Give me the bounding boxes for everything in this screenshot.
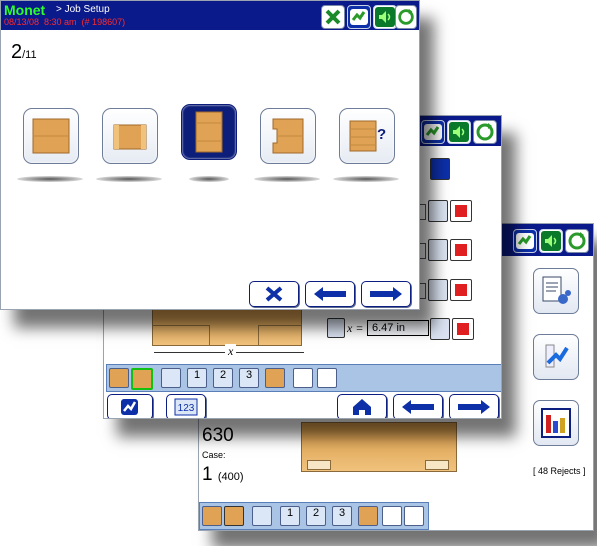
page-current: 2	[11, 41, 23, 63]
refresh-icon[interactable]	[473, 120, 497, 144]
box-option-tall[interactable]	[181, 104, 237, 160]
measure-carton-flap-left	[152, 325, 210, 346]
record-icon[interactable]	[450, 200, 472, 222]
sensor-icon[interactable]	[430, 158, 450, 180]
speaker-icon[interactable]	[447, 120, 471, 144]
dimension-label: x	[225, 344, 237, 359]
refresh-icon[interactable]	[395, 5, 417, 29]
step3-label: 3	[245, 369, 253, 381]
step2-label: 2	[312, 507, 320, 519]
case-sub: (400)	[217, 471, 244, 483]
case-label: Case:	[202, 450, 226, 460]
tile-shadow	[333, 176, 399, 182]
box-option-notched[interactable]	[260, 108, 316, 164]
product-icon[interactable]	[265, 368, 285, 388]
breadcrumb: > Job Setup	[56, 4, 110, 15]
unknown-mark: ?	[377, 126, 387, 143]
step3-label: 3	[338, 507, 346, 519]
box-set-icon[interactable]	[202, 506, 222, 526]
page-total: /11	[22, 49, 37, 61]
page-counter: 2/11	[11, 41, 37, 64]
sensor-icon[interactable]	[428, 279, 448, 301]
tile-shadow	[189, 176, 229, 182]
box-set-icon[interactable]	[109, 368, 129, 388]
app-brand: Monet	[4, 2, 46, 18]
counter-icon[interactable]	[317, 368, 337, 388]
count-value: 630	[202, 425, 234, 446]
speaker-icon[interactable]	[539, 229, 563, 253]
cancel-icon[interactable]	[321, 5, 345, 29]
box-icon[interactable]	[224, 506, 244, 526]
case-left-flap	[307, 460, 331, 470]
barcode-icon[interactable]	[382, 506, 402, 526]
bar-chart-button[interactable]	[533, 400, 579, 446]
back-button[interactable]	[305, 281, 355, 307]
step1-icon[interactable]: 1	[187, 368, 207, 388]
edit-icon[interactable]	[513, 229, 537, 253]
step2-icon[interactable]: 2	[306, 506, 326, 526]
step1-label: 1	[286, 507, 294, 519]
measure-carton-flap-right	[258, 325, 302, 346]
bottom-toolbar-2: 1 2 3	[106, 364, 501, 392]
multi-step-button[interactable]: 123	[166, 394, 206, 418]
measure-equals: x =	[347, 321, 364, 335]
sensor-icon[interactable]	[428, 239, 448, 261]
home-button[interactable]	[337, 394, 387, 418]
measure-sensor-icon[interactable]	[327, 318, 345, 338]
rack-icon[interactable]	[161, 368, 181, 388]
step1-label: 1	[193, 369, 201, 381]
measure-row-3	[414, 239, 474, 261]
rejects-label: [ 48 Rejects ]	[533, 466, 586, 476]
measure-value-field[interactable]: 6.47 in	[367, 320, 429, 336]
back-button[interactable]	[393, 394, 443, 418]
cancel-button[interactable]	[249, 281, 299, 307]
sensor-icon[interactable]	[428, 200, 448, 222]
rack-icon[interactable]	[252, 506, 272, 526]
case-right-flap	[425, 460, 449, 470]
refresh-icon[interactable]	[565, 229, 589, 253]
step2-icon[interactable]: 2	[213, 368, 233, 388]
step2-label: 2	[219, 369, 227, 381]
measure-row-2	[414, 200, 474, 222]
window-job-setup: Monet > Job Setup 08/13/08 8:30 am (# 19…	[0, 0, 420, 310]
edit-icon[interactable]	[421, 120, 445, 144]
window-job-setup-titlebar: Monet > Job Setup 08/13/08 8:30 am (# 19…	[1, 1, 419, 30]
case-value: 1 (400)	[202, 464, 244, 486]
step3-icon[interactable]: 3	[332, 506, 352, 526]
svg-text:123: 123	[178, 403, 195, 414]
product-icon[interactable]	[358, 506, 378, 526]
case-number: 1	[202, 464, 213, 485]
tile-shadow	[254, 176, 320, 182]
box-option-full[interactable]	[23, 108, 79, 164]
record-icon[interactable]	[450, 279, 472, 301]
measure-row-1	[414, 158, 464, 180]
box-option-unknown[interactable]: ?	[339, 108, 395, 164]
box-icon[interactable]	[131, 368, 153, 390]
speaker-icon[interactable]	[373, 5, 397, 29]
step1-icon[interactable]: 1	[280, 506, 300, 526]
measure-record-icon[interactable]	[452, 318, 474, 340]
edit-icon[interactable]	[347, 5, 371, 29]
tile-shadow	[17, 176, 83, 182]
tile-shadow	[96, 176, 162, 182]
forward-button[interactable]	[361, 281, 411, 307]
settings-report-button[interactable]	[533, 268, 579, 314]
forward-button[interactable]	[449, 394, 499, 418]
bottom-toolbar-3: 1 2 3	[199, 502, 429, 530]
edit-note-button[interactable]	[533, 334, 579, 380]
status-line: 08/13/08 8:30 am (# 198607)	[4, 17, 126, 27]
measure-row-4	[414, 279, 474, 301]
box-option-half[interactable]	[102, 108, 158, 164]
barcode-icon[interactable]	[293, 368, 313, 388]
measure-sensor-icon-2[interactable]	[430, 318, 450, 340]
counter-icon[interactable]	[404, 506, 424, 526]
edit-button[interactable]	[107, 394, 153, 418]
step3-icon[interactable]: 3	[239, 368, 259, 388]
record-icon[interactable]	[450, 239, 472, 261]
